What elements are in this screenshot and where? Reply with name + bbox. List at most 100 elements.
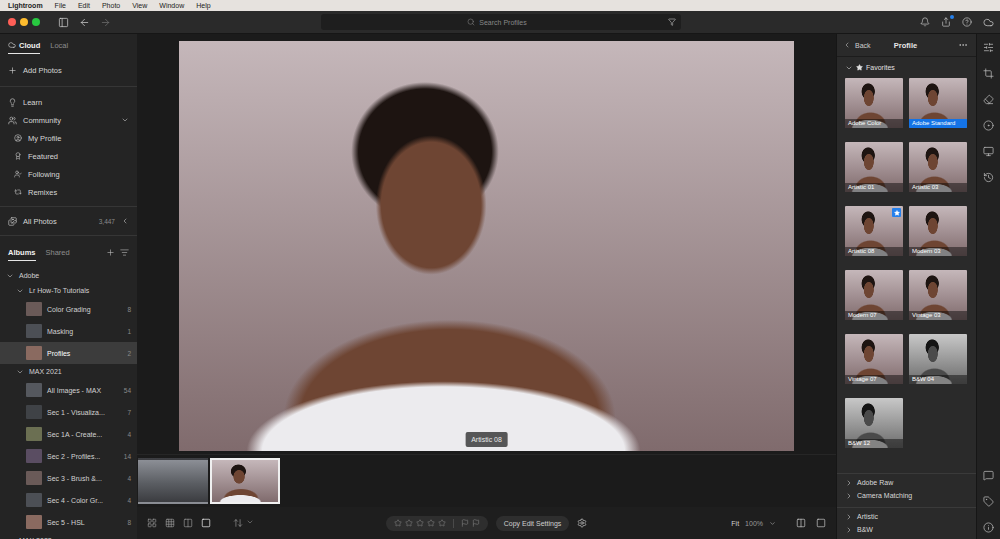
small-grid-icon (165, 518, 175, 528)
album-item[interactable]: Masking1 (0, 320, 137, 342)
tool-button[interactable] (983, 94, 994, 105)
compare-button[interactable] (796, 518, 806, 528)
zoom-select[interactable]: Fit100% (731, 520, 776, 527)
rating-star[interactable] (427, 519, 435, 527)
tool-button[interactable] (983, 68, 994, 79)
more-button[interactable] (926, 40, 968, 50)
menu-item[interactable]: File (55, 2, 66, 9)
add-photos[interactable]: Add Photos (0, 60, 137, 80)
copy-edit-settings-button[interactable]: Copy Edit Settings (496, 516, 570, 531)
tool-button[interactable] (983, 470, 994, 481)
album-item[interactable]: Color Grading8 (0, 298, 137, 320)
tool-button[interactable] (983, 496, 994, 507)
panel-toggle[interactable] (58, 17, 69, 28)
tool-button[interactable] (983, 522, 994, 533)
album-item[interactable]: Sec 1A - Create...4 (0, 423, 137, 445)
sort-icon[interactable] (120, 248, 129, 257)
menu-item[interactable]: Help (196, 2, 210, 9)
help-button[interactable] (962, 17, 972, 27)
tool-button[interactable] (983, 42, 994, 53)
rating-star[interactable] (438, 519, 446, 527)
tool-button[interactable] (983, 172, 994, 183)
album-item[interactable]: Profiles2 (0, 342, 137, 364)
nav-item[interactable]: Learn (0, 93, 137, 111)
tool-button[interactable] (983, 146, 994, 157)
forward-button[interactable] (100, 17, 111, 28)
share-button[interactable] (941, 17, 951, 27)
all-photos[interactable]: All Photos3,447 (0, 212, 137, 230)
flag-button[interactable] (461, 519, 469, 527)
toolbar-right (681, 17, 994, 28)
rating-star[interactable] (405, 519, 413, 527)
profile-thumbnail[interactable]: Artistic 08 (845, 206, 903, 256)
sort-button[interactable] (233, 518, 254, 528)
album-item[interactable]: All Images - MAX54 (0, 379, 137, 401)
community-icon (8, 116, 17, 125)
chevron-left-icon (843, 41, 851, 49)
notifications-button[interactable] (920, 17, 930, 27)
album-group[interactable]: MAX 2021 (0, 364, 137, 379)
profile-thumbnail[interactable]: B&W 12 (845, 398, 903, 448)
menu-item[interactable]: Window (159, 2, 184, 9)
view-mode-button[interactable] (183, 518, 193, 528)
profile-group[interactable]: Adobe Raw (837, 473, 976, 488)
back-link[interactable]: Back (843, 41, 885, 49)
album-item[interactable]: Sec 3 - Brush &...4 (0, 467, 137, 489)
album-item[interactable]: Sec 1 - Visualiza...7 (0, 401, 137, 423)
profile-thumbnail[interactable]: Modern 07 (845, 270, 903, 320)
nav-subitem[interactable]: Featured (0, 147, 137, 165)
profile-thumbnail[interactable]: B&W 04 (909, 334, 967, 384)
profile-thumbnail[interactable]: Modern 03 (909, 206, 967, 256)
view-mode-button[interactable] (147, 518, 157, 528)
profile-group[interactable]: Camera Matching (837, 488, 976, 503)
app-menu[interactable]: Lightroom (8, 2, 43, 9)
source-tab[interactable]: Cloud (8, 37, 40, 54)
menu-item[interactable]: Photo (102, 2, 120, 9)
profile-group[interactable]: B&W (837, 522, 976, 537)
album-tab[interactable]: Albums (8, 244, 36, 261)
cloud-status[interactable] (983, 17, 994, 28)
window-button[interactable] (32, 18, 40, 26)
nav-subitem[interactable]: Following (0, 165, 137, 183)
album-group[interactable]: Lr How-To Tutorials (0, 283, 137, 298)
filter-button[interactable] (668, 18, 676, 26)
profile-thumbnail[interactable]: Artistic 01 (845, 142, 903, 192)
window-button[interactable] (8, 18, 16, 26)
profile-thumbnail[interactable]: Vintage 07 (845, 334, 903, 384)
rating-star[interactable] (394, 519, 402, 527)
nav-subitem[interactable]: Remixes (0, 183, 137, 201)
back-button[interactable] (79, 17, 90, 28)
favorites-header[interactable]: Favorites (837, 57, 976, 75)
masking-icon (983, 120, 994, 131)
search-field[interactable]: Search Profiles (321, 14, 681, 30)
profile-thumbnail[interactable]: Adobe Color (845, 78, 903, 128)
reject-button[interactable] (472, 519, 480, 527)
album-group[interactable]: Adobe (0, 268, 137, 283)
album-item[interactable]: Sec 5 - HSL8 (0, 511, 137, 533)
album-item[interactable]: Sec 2 - Profiles...14 (0, 445, 137, 467)
filmstrip-thumbnail[interactable] (138, 458, 208, 504)
album-group[interactable]: MAX 2022 (0, 533, 137, 539)
tool-button[interactable] (983, 120, 994, 131)
album-item[interactable]: Sec 4 - Color Gr...4 (0, 489, 137, 511)
nav-item[interactable]: Community (0, 111, 137, 129)
filmstrip-thumbnail[interactable] (210, 458, 280, 504)
menu-item[interactable]: Edit (78, 2, 90, 9)
view-mode-button[interactable] (165, 518, 175, 528)
profile-thumbnail[interactable]: Artistic 03 (909, 142, 967, 192)
nav-subitem[interactable]: My Profile (0, 129, 137, 147)
before-after-button[interactable] (816, 518, 826, 528)
settings-button[interactable] (577, 518, 587, 528)
view-mode-button[interactable] (201, 518, 211, 528)
chevron-right-icon (845, 513, 853, 521)
favorite-badge[interactable] (892, 208, 901, 217)
album-tab[interactable]: Shared (46, 244, 70, 261)
profile-group[interactable]: Artistic (837, 507, 976, 522)
plus-icon[interactable] (106, 248, 115, 257)
profile-thumbnail[interactable]: Adobe Standard (909, 78, 967, 128)
menu-item[interactable]: View (132, 2, 147, 9)
profile-thumbnail[interactable]: Vintage 03 (909, 270, 967, 320)
rating-star[interactable] (416, 519, 424, 527)
window-button[interactable] (20, 18, 28, 26)
source-tab[interactable]: Local (50, 37, 68, 54)
